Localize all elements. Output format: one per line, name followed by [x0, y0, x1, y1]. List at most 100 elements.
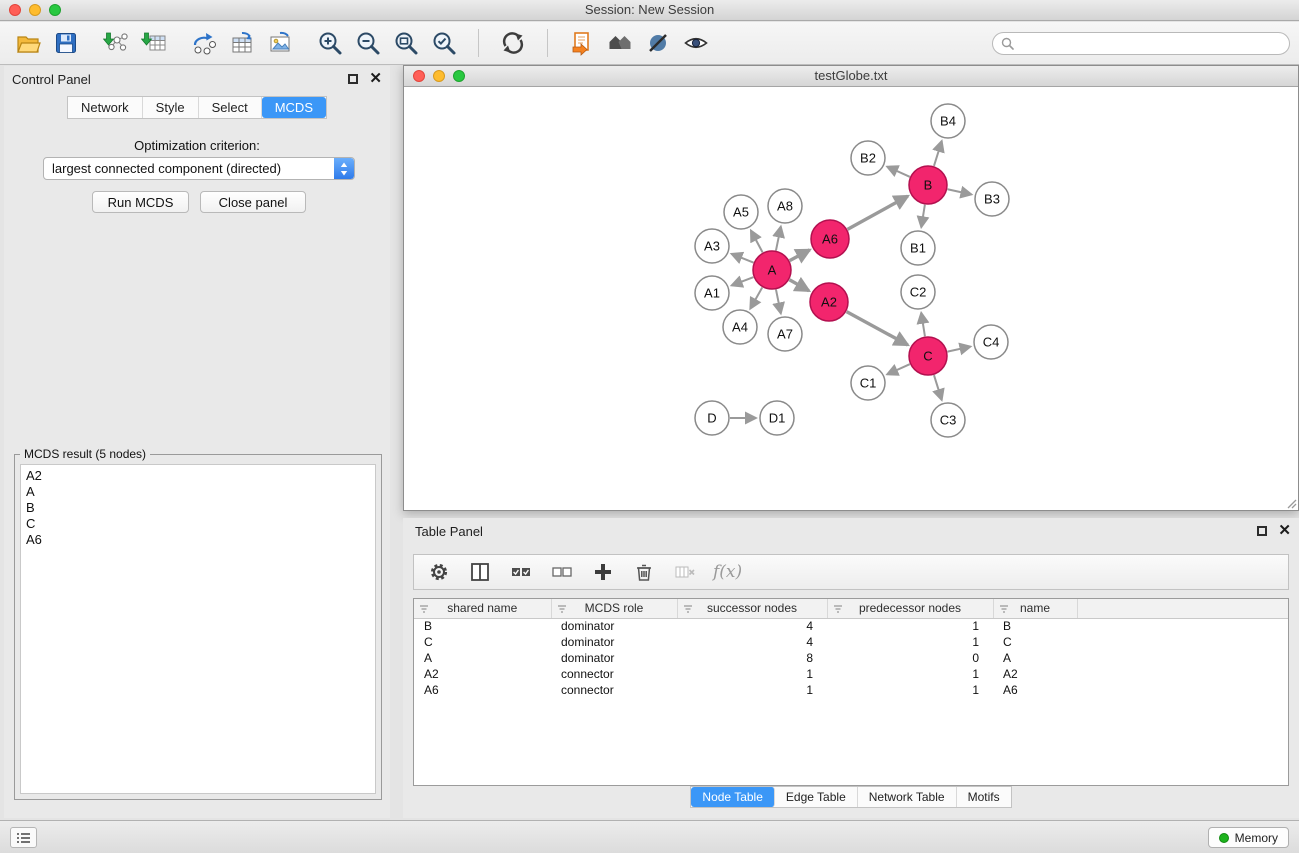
settings-button[interactable]: [426, 559, 452, 585]
columns-button[interactable]: [467, 559, 493, 585]
tab-mcds[interactable]: MCDS: [262, 97, 326, 118]
cell-successor-nodes[interactable]: 8: [677, 650, 827, 666]
edge-A2-C[interactable]: [847, 312, 908, 345]
cell-predecessor-nodes[interactable]: 1: [827, 666, 993, 682]
float-table-panel-icon[interactable]: [1257, 526, 1267, 536]
tab-node-table[interactable]: Node Table: [691, 787, 775, 807]
cell-shared-name[interactable]: A2: [414, 666, 551, 682]
function-builder-button[interactable]: f(x): [713, 562, 742, 582]
mcds-result-list[interactable]: A2ABCA6: [20, 464, 376, 794]
cell-successor-nodes[interactable]: 4: [677, 634, 827, 650]
column-header-name[interactable]: name: [993, 599, 1077, 618]
edge-C-C4[interactable]: [948, 347, 971, 352]
node-A1[interactable]: A1: [695, 276, 729, 310]
node-B4[interactable]: B4: [931, 104, 965, 138]
cell-MCDS-role[interactable]: dominator: [551, 650, 677, 666]
tab-style[interactable]: Style: [143, 97, 199, 118]
result-list-item[interactable]: A: [26, 484, 370, 500]
minimize-network-window-button[interactable]: [433, 70, 445, 82]
zoom-window-button[interactable]: [49, 4, 61, 16]
deselect-all-button[interactable]: [549, 559, 575, 585]
zoom-in-button[interactable]: [314, 27, 346, 59]
resize-handle-icon[interactable]: [1285, 497, 1297, 509]
edge-C-C3[interactable]: [934, 375, 942, 400]
cell-name[interactable]: A2: [993, 666, 1077, 682]
edge-C-C2[interactable]: [921, 313, 925, 336]
cell-predecessor-nodes[interactable]: 1: [827, 618, 993, 634]
node-C[interactable]: C: [909, 337, 947, 375]
refresh-button[interactable]: [497, 27, 529, 59]
save-session-button[interactable]: [50, 27, 82, 59]
node-A6[interactable]: A6: [811, 220, 849, 258]
add-row-button[interactable]: [590, 559, 616, 585]
edge-B-B4[interactable]: [934, 141, 942, 166]
edge-A-A4[interactable]: [750, 287, 762, 308]
cell-successor-nodes[interactable]: 4: [677, 618, 827, 634]
table-row[interactable]: A6connector11A6: [414, 682, 1288, 698]
column-header-predecessor-nodes[interactable]: predecessor nodes: [827, 599, 993, 618]
cell-name[interactable]: A: [993, 650, 1077, 666]
edge-A-A8[interactable]: [776, 227, 781, 251]
cell-predecessor-nodes[interactable]: 1: [827, 634, 993, 650]
edge-C-C1[interactable]: [887, 364, 910, 374]
result-list-item[interactable]: A6: [26, 532, 370, 548]
select-all-button[interactable]: [508, 559, 534, 585]
node-A4[interactable]: A4: [723, 310, 757, 344]
cell-name[interactable]: A6: [993, 682, 1077, 698]
tab-motifs[interactable]: Motifs: [957, 787, 1011, 807]
node-C4[interactable]: C4: [974, 325, 1008, 359]
table-row[interactable]: Cdominator41C: [414, 634, 1288, 650]
table-row[interactable]: Bdominator41B: [414, 618, 1288, 634]
close-panel-icon[interactable]: ✕: [369, 73, 382, 84]
tab-edge-table[interactable]: Edge Table: [775, 787, 858, 807]
cell-shared-name[interactable]: A: [414, 650, 551, 666]
network-window-titlebar[interactable]: testGlobe.txt: [404, 66, 1298, 87]
column-header-shared-name[interactable]: shared name: [414, 599, 551, 618]
node-C3[interactable]: C3: [931, 403, 965, 437]
cell-successor-nodes[interactable]: 1: [677, 682, 827, 698]
node-B2[interactable]: B2: [851, 141, 885, 175]
import-table-button[interactable]: [138, 27, 170, 59]
cell-name[interactable]: B: [993, 618, 1077, 634]
node-B3[interactable]: B3: [975, 182, 1009, 216]
run-mcds-button[interactable]: Run MCDS: [92, 191, 189, 213]
open-session-button[interactable]: [12, 27, 44, 59]
delete-row-button[interactable]: [631, 559, 657, 585]
import-network-button[interactable]: [100, 27, 132, 59]
cell-MCDS-role[interactable]: dominator: [551, 618, 677, 634]
edge-A-A7[interactable]: [776, 290, 781, 314]
node-B[interactable]: B: [909, 166, 947, 204]
graphics-details-button[interactable]: [642, 27, 674, 59]
node-A2[interactable]: A2: [810, 283, 848, 321]
clipboard-button[interactable]: [566, 27, 598, 59]
column-header-successor-nodes[interactable]: successor nodes: [677, 599, 827, 618]
node-C2[interactable]: C2: [901, 275, 935, 309]
result-list-item[interactable]: A2: [26, 468, 370, 484]
tab-select[interactable]: Select: [199, 97, 262, 118]
home-button[interactable]: [604, 27, 636, 59]
new-network-button[interactable]: [188, 27, 220, 59]
tab-network-table[interactable]: Network Table: [858, 787, 957, 807]
cell-successor-nodes[interactable]: 1: [677, 666, 827, 682]
node-A3[interactable]: A3: [695, 229, 729, 263]
table-row[interactable]: A2connector11A2: [414, 666, 1288, 682]
cell-shared-name[interactable]: C: [414, 634, 551, 650]
edge-B-B2[interactable]: [887, 167, 910, 177]
result-list-item[interactable]: C: [26, 516, 370, 532]
table-row[interactable]: Adominator80A: [414, 650, 1288, 666]
edge-A-A6[interactable]: [790, 250, 810, 261]
cell-shared-name[interactable]: B: [414, 618, 551, 634]
eye-button[interactable]: [680, 27, 712, 59]
close-network-window-button[interactable]: [413, 70, 425, 82]
result-list-item[interactable]: B: [26, 500, 370, 516]
network-canvas[interactable]: B4B2BB3A5A8A6B1A3AC2A1A2A4A7CC4C1C3DD1: [404, 88, 1298, 510]
edge-B-B3[interactable]: [948, 189, 972, 194]
edge-A-A2[interactable]: [789, 280, 809, 291]
tab-network[interactable]: Network: [68, 97, 143, 118]
minimize-window-button[interactable]: [29, 4, 41, 16]
edge-B-B1[interactable]: [921, 205, 925, 228]
column-header-MCDS-role[interactable]: MCDS role: [551, 599, 677, 618]
task-history-button[interactable]: [10, 827, 37, 848]
cell-MCDS-role[interactable]: connector: [551, 682, 677, 698]
criterion-dropdown[interactable]: largest connected component (directed): [43, 157, 355, 180]
